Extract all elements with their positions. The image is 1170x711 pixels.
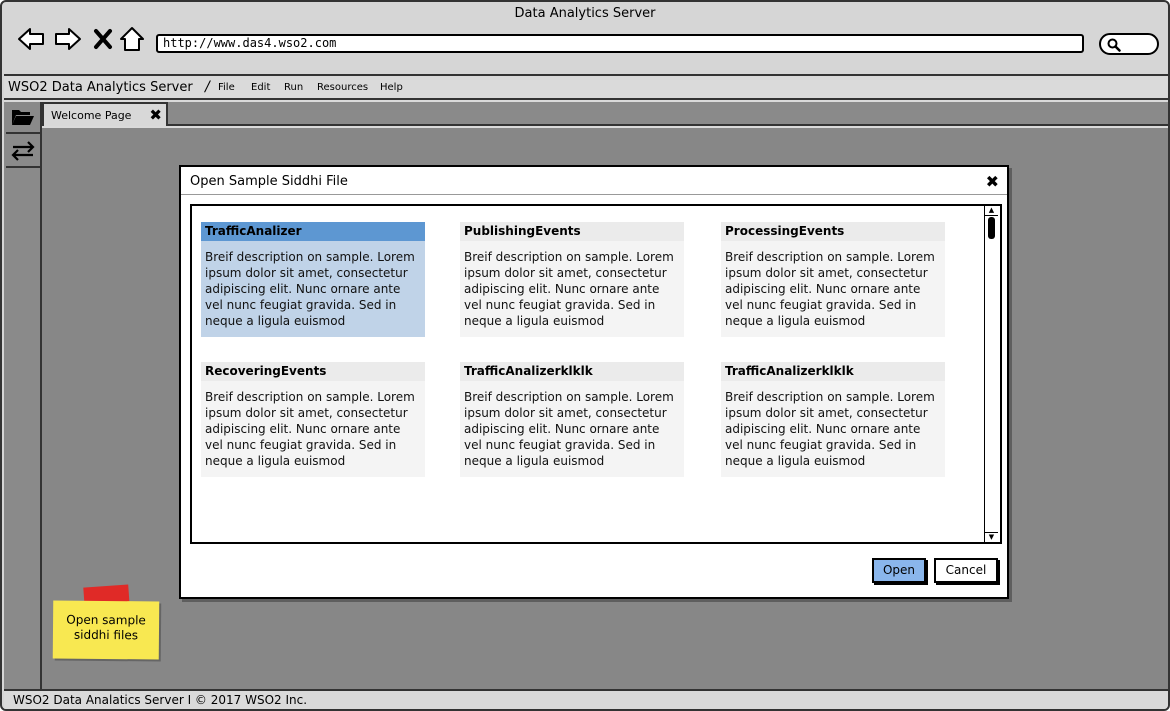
sample-card[interactable]: PublishingEvents Breif description on sa…: [460, 222, 684, 337]
app-menubar: WSO2 Data Analytics Server / File Edit R…: [4, 76, 1168, 100]
sample-card[interactable]: ProcessingEvents Breif description on sa…: [721, 222, 945, 337]
folder-open-icon: [12, 110, 34, 125]
tab-strip: Welcome Page ✖: [42, 102, 1168, 126]
sample-title: TrafficAnalizerklklk: [721, 362, 945, 381]
menu-edit[interactable]: Edit: [251, 82, 270, 93]
back-arrow-icon: [18, 28, 44, 50]
forward-button[interactable]: [53, 24, 83, 54]
scroll-up-icon[interactable]: ▲: [985, 206, 998, 216]
open-sample-dialog: Open Sample Siddhi File ✖ TrafficAnalize…: [179, 165, 1009, 599]
sample-title: TrafficAnalizer: [201, 222, 425, 241]
scroll-thumb[interactable]: [988, 217, 995, 239]
sticky-note-line2: siddhi files: [73, 627, 139, 643]
sample-title: ProcessingEvents: [721, 222, 945, 241]
stop-button[interactable]: [88, 24, 118, 54]
tab-label: Welcome Page: [51, 109, 132, 122]
url-input[interactable]: http://www.das4.wso2.com: [156, 34, 1084, 53]
sample-card-selected[interactable]: TrafficAnalizer Breif description on sam…: [201, 222, 425, 337]
sample-description: Breif description on sample. Lorem ipsum…: [464, 390, 674, 468]
menu-run[interactable]: Run: [284, 82, 303, 93]
sample-title: PublishingEvents: [460, 222, 684, 241]
dialog-title: Open Sample Siddhi File: [190, 174, 348, 189]
home-button[interactable]: [117, 24, 147, 54]
sample-card[interactable]: TrafficAnalizerklklk Breif description o…: [721, 362, 945, 477]
transfer-arrows-icon: [11, 141, 35, 161]
menu-resources[interactable]: Resources: [317, 82, 368, 93]
scroll-down-icon[interactable]: ▼: [985, 532, 998, 542]
tab-welcome-page[interactable]: Welcome Page ✖: [42, 102, 168, 126]
menu-file[interactable]: File: [218, 82, 235, 93]
home-icon: [120, 27, 144, 51]
sample-list: TrafficAnalizer Breif description on sam…: [190, 204, 1002, 544]
app-name: WSO2 Data Analytics Server: [8, 80, 193, 95]
sample-description: Breif description on sample. Lorem ipsum…: [464, 250, 674, 328]
sample-description: Breif description on sample. Lorem ipsum…: [725, 250, 935, 328]
dialog-divider: [181, 194, 1007, 195]
forward-arrow-icon: [55, 28, 81, 50]
sticky-note: Open sample siddhi files: [52, 600, 160, 660]
cancel-button[interactable]: Cancel: [934, 558, 998, 583]
sample-card[interactable]: RecoveringEvents Breif description on sa…: [201, 362, 425, 477]
vertical-scrollbar[interactable]: ▲ ▼: [984, 206, 998, 542]
open-button[interactable]: Open: [872, 558, 926, 583]
dialog-close-icon[interactable]: ✖: [986, 172, 999, 191]
search-icon: [1107, 38, 1121, 52]
menu-separator: /: [205, 79, 210, 95]
sample-description: Breif description on sample. Lorem ipsum…: [725, 390, 935, 468]
window-title: Data Analytics Server: [514, 6, 656, 21]
sticky-note-line1: Open sample: [66, 612, 146, 628]
back-button[interactable]: [16, 24, 46, 54]
sample-title: RecoveringEvents: [201, 362, 425, 381]
menu-help[interactable]: Help: [380, 82, 403, 93]
sample-description: Breif description on sample. Lorem ipsum…: [205, 250, 415, 328]
sample-card[interactable]: TrafficAnalizerklklk Breif description o…: [460, 362, 684, 477]
sample-title: TrafficAnalizerklklk: [460, 362, 684, 381]
browser-search-input[interactable]: [1099, 33, 1159, 55]
status-bar: WSO2 Data Analatics Server I © 2017 WSO2…: [4, 689, 1168, 709]
stop-icon: [94, 29, 112, 49]
open-folder-button[interactable]: [6, 102, 40, 134]
left-rail: [4, 102, 42, 691]
tab-close-icon[interactable]: ✖: [149, 106, 162, 124]
sample-description: Breif description on sample. Lorem ipsum…: [205, 390, 415, 468]
transfer-button[interactable]: [6, 136, 40, 168]
